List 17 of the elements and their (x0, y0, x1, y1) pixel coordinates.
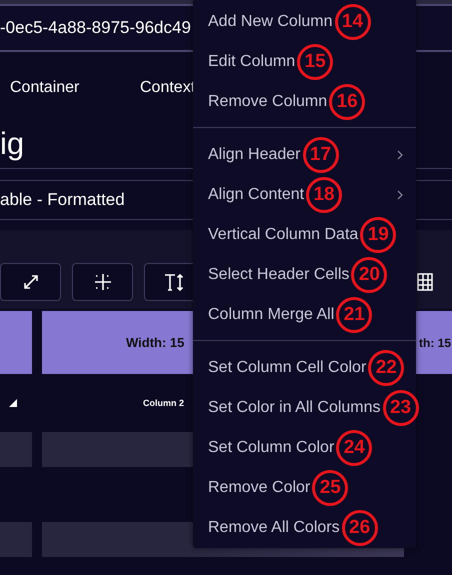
number-badge: 24 (336, 430, 372, 466)
number-badge: 16 (329, 84, 366, 120)
number-badge: 15 (297, 44, 334, 80)
number-badge: 17 (302, 137, 338, 173)
column-width-label: Width: 15 (126, 335, 184, 350)
number-badge: 21 (336, 297, 372, 333)
number-badge: 20 (351, 257, 388, 293)
number-badge: 25 (312, 470, 348, 506)
page-title: ig (0, 125, 26, 163)
number-badge: 26 (342, 510, 378, 546)
number-badge: 23 (382, 390, 419, 426)
number-badge: 18 (306, 177, 342, 213)
number-badge: 22 (368, 350, 404, 386)
column-width-label: th: 15 (419, 336, 452, 350)
number-badge: 19 (360, 217, 396, 253)
table-name: able - Formatted (0, 189, 126, 211)
number-badge: 14 (334, 4, 370, 40)
